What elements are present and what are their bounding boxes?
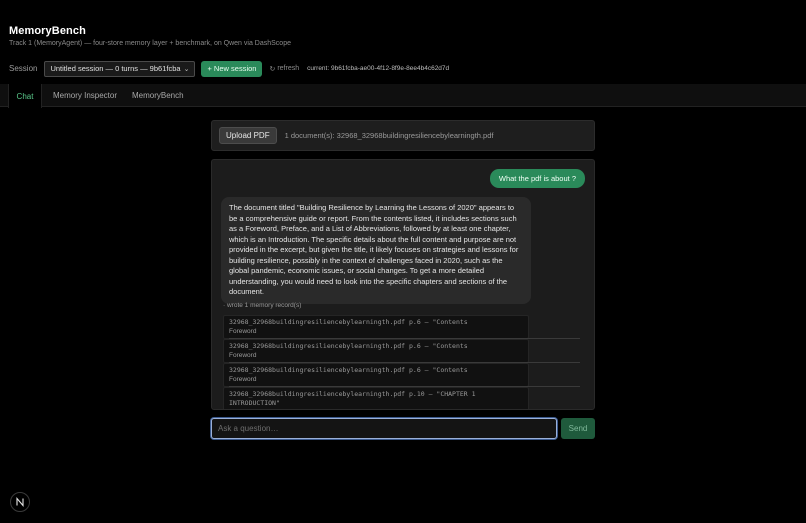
tab-memorybench[interactable]: MemoryBench [132, 84, 184, 107]
memory-record-source: 32968_32968buildingresiliencebylearningt… [229, 366, 468, 374]
n-logo-badge[interactable] [10, 492, 30, 512]
session-select[interactable]: Untitled session — 0 turns — 9b61fcba ⌄ [44, 60, 196, 77]
upload-pdf-button[interactable]: Upload PDF [219, 127, 277, 144]
memory-record[interactable]: 32968_32968buildingresiliencebylearningt… [223, 363, 580, 387]
chevron-down-icon: ⌄ [183, 65, 190, 73]
memory-record-content: Foreword [229, 352, 257, 359]
memory-record-content: Foreword [229, 376, 257, 383]
app-title: MemoryBench [9, 25, 86, 37]
ask-question-input[interactable] [211, 418, 557, 439]
refresh-icon: ↻ [269, 65, 276, 73]
memory-record[interactable]: 32968_32968buildingresiliencebylearningt… [223, 315, 580, 339]
n-logo-icon [16, 497, 24, 507]
memory-record-content: Foreword [229, 328, 257, 335]
upload-panel: Upload PDF 1 document(s): 32968_32968bui… [211, 120, 595, 151]
tab-bar: Chat Memory Inspector MemoryBench [0, 84, 806, 108]
refresh-label: refresh [277, 65, 300, 72]
current-session-id: current: 9b61fcba-ae00-4f12-8f9e-8ee4b4c… [307, 65, 450, 72]
memory-write-note: · wrote 1 memory record(s) [223, 302, 302, 309]
tab-memory-inspector[interactable]: Memory Inspector [53, 84, 117, 107]
session-bar: Session Untitled session — 0 turns — 9b6… [9, 60, 789, 77]
send-button[interactable]: Send [561, 418, 595, 439]
tab-chat[interactable]: Chat [8, 84, 42, 108]
memory-record-source: 32968_32968buildingresiliencebylearningt… [229, 342, 468, 350]
chat-panel[interactable]: What the pdf is about ? The document tit… [211, 159, 595, 410]
app-subtitle: Track 1 (MemoryAgent) — four-store memor… [9, 40, 291, 47]
app-root: MemoryBench Track 1 (MemoryAgent) — four… [0, 0, 806, 523]
memory-record[interactable]: 32968_32968buildingresiliencebylearningt… [223, 339, 580, 363]
user-message: What the pdf is about ? [489, 169, 585, 188]
new-session-button[interactable]: + New session [201, 60, 263, 77]
memory-record-source: 32968_32968buildingresiliencebylearningt… [229, 318, 468, 326]
memory-record[interactable]: 32968_32968buildingresiliencebylearningt… [223, 387, 529, 409]
session-label: Session [9, 64, 38, 73]
session-select-value: Untitled session — 0 turns — 9b61fcba [50, 64, 181, 73]
refresh-button[interactable]: ↻ refresh [269, 65, 299, 73]
memory-record-source: 32968_32968buildingresiliencebylearningt… [229, 390, 476, 407]
upload-status: 1 document(s): 32968_32968buildingresili… [284, 131, 494, 140]
assistant-message: The document titled "Building Resilience… [221, 197, 531, 304]
app-header: MemoryBench Track 1 (MemoryAgent) — four… [9, 25, 291, 47]
